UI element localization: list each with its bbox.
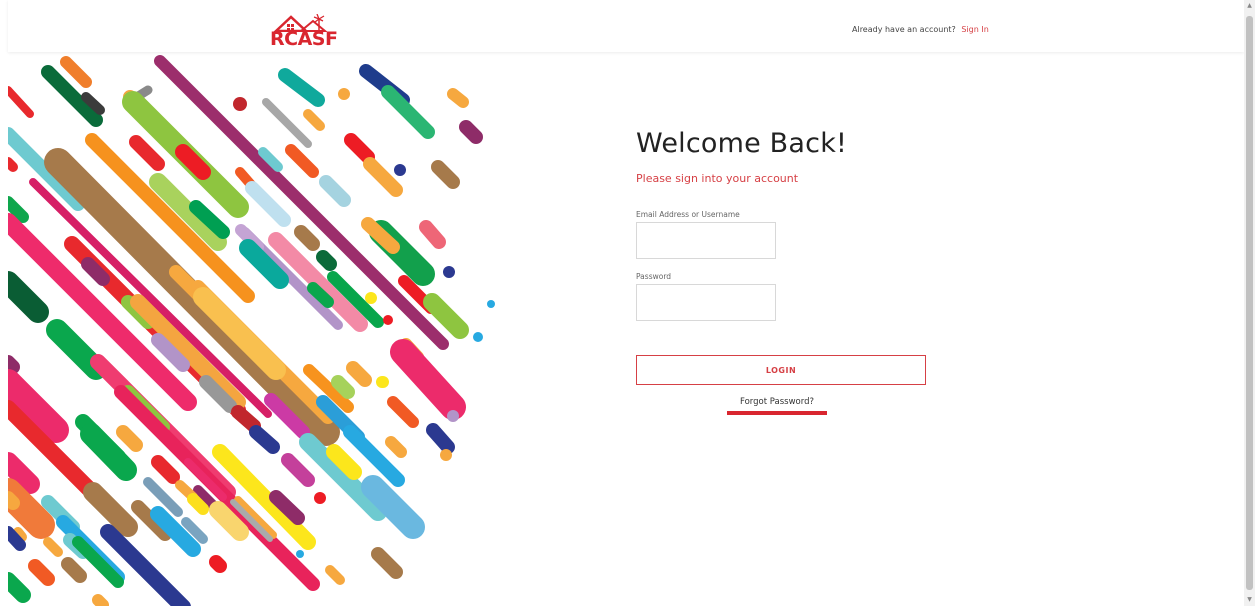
decorative-stripe [60,56,92,88]
decorative-stripe [239,239,289,289]
decorative-stripe [419,220,446,249]
decorative-stripe [344,133,375,164]
decorative-stripe [294,225,320,251]
scroll-up-arrow-icon[interactable]: ▲ [1244,0,1255,12]
decorative-stripe [387,396,419,428]
decorative-stripe [431,160,460,189]
account-prompt: Already have an account? Sign In [852,25,989,34]
decorative-stripe [371,547,403,579]
page-title: Welcome Back! [636,128,848,159]
decorative-stripe [116,425,143,452]
decorative-stripe [8,491,20,510]
decorative-stripe [426,423,455,454]
decorative-stripe [129,135,165,171]
page-scrollbar[interactable]: ▲ ▼ [1244,0,1255,606]
decorative-stripe [285,144,319,178]
decorative-stripe [245,181,291,227]
login-button[interactable]: LOGIN [636,355,926,385]
decorative-stripe [447,88,469,108]
decorative-stripe [231,405,261,433]
decorative-stripe [151,455,180,484]
decorative-stripe [361,475,425,539]
decorative-stripe [43,537,63,557]
decorative-stripe [209,555,227,573]
decorative-stripe [8,271,49,323]
email-label: Email Address or Username [636,210,740,219]
decorative-stripe [8,157,18,172]
decorative-stripe [249,425,280,454]
page-subtitle: Please sign into your account [636,172,799,185]
decorative-stripe [331,375,355,399]
forgot-password-underline [727,411,827,415]
scroll-down-arrow-icon[interactable]: ▼ [1244,594,1255,606]
decorative-stripe [29,178,272,418]
decorative-stripe [83,482,138,537]
account-prompt-text: Already have an account? [852,25,956,34]
decorative-stripe [8,572,31,603]
decorative-stripes-art [8,52,508,606]
top-header: RCASF Already have an account? Sign In [8,0,1244,52]
decorative-stripe [8,355,20,374]
password-input[interactable] [636,284,776,321]
password-label: Password [636,272,672,281]
decorative-stripe [423,293,469,339]
decorative-stripe [385,436,407,458]
logo-text: RCASF [270,28,338,50]
decorative-stripe [187,493,209,515]
login-page: RCASF Already have an account? Sign In W… [0,0,1255,606]
forgot-password-link[interactable]: Forgot Password? [727,397,827,407]
decorative-stripe [459,120,483,144]
decorative-stripe [262,98,312,148]
decorative-stripe [28,559,55,586]
decorative-stripe [319,175,351,207]
email-input[interactable] [636,222,776,259]
sign-in-link[interactable]: Sign In [961,25,988,34]
rcasf-logo[interactable]: RCASF [270,14,338,50]
decorative-stripe [281,453,315,487]
decorative-stripe [325,565,345,585]
decorative-stripe [92,594,109,606]
decorative-stripe [363,157,403,197]
decorative-stripe [316,250,337,271]
scrollbar-thumb[interactable] [1246,16,1253,590]
decorative-stripe [303,109,325,131]
decorative-stripe [346,361,372,387]
decorative-stripe [8,86,34,118]
decorative-stripe [61,557,87,583]
decorative-stripe [278,68,325,107]
decorative-stripe [390,339,466,420]
stripes-illustration [8,55,495,606]
decorative-stripe [143,477,183,517]
